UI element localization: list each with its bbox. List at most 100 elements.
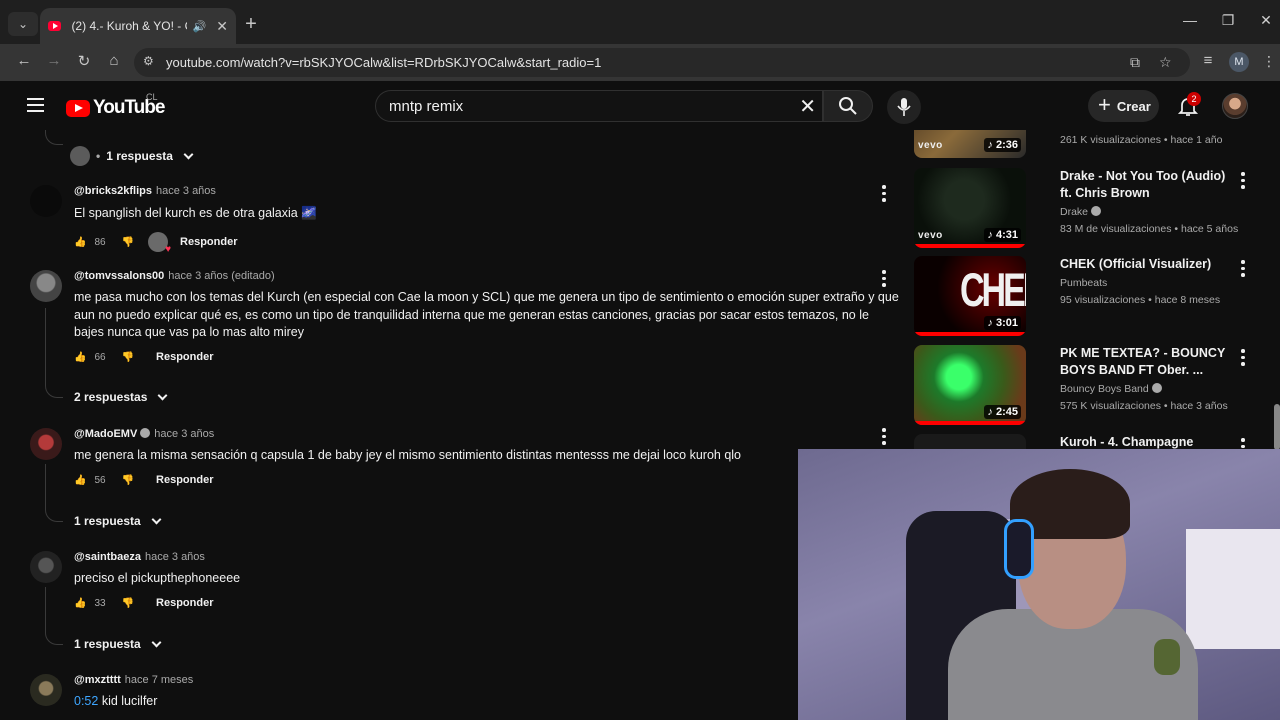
comment-actions: 👍 86 👎 ♥ Responder: [74, 232, 238, 255]
browser-tab[interactable]: (2) 4.- Kuroh & YO! - CAE LA 🔊 ✕: [40, 8, 236, 44]
recommended-video[interactable]: ♪ 2:45 PK ME TEXTEA? - BOUNCY BOYS BAND …: [914, 345, 1280, 427]
video-meta: 575 K visualizaciones • hace 3 años: [1060, 400, 1228, 412]
media-controls-icon[interactable]: ≡: [1198, 52, 1218, 69]
install-app-icon[interactable]: ⧉: [1130, 54, 1140, 71]
comment-time[interactable]: hace 3 años (editado): [168, 270, 274, 282]
video-thumbnail[interactable]: vevo ♪ 4:31: [914, 168, 1026, 248]
minimize-icon[interactable]: —: [1180, 12, 1200, 28]
duration-badge: ♪ 2:45: [984, 405, 1021, 419]
like-icon[interactable]: 👍: [74, 237, 86, 248]
video-menu-icon[interactable]: [1241, 349, 1245, 366]
video-menu-icon[interactable]: [1241, 172, 1245, 189]
video-title[interactable]: CHEK (Official Visualizer): [1060, 256, 1232, 273]
comment-time[interactable]: hace 7 meses: [125, 674, 193, 686]
replies-toggle[interactable]: 1 respuesta: [74, 514, 162, 528]
create-button[interactable]: + Crear: [1088, 90, 1159, 122]
dislike-icon[interactable]: 👎: [122, 598, 134, 609]
avatar[interactable]: [30, 428, 62, 460]
tab-search-button[interactable]: ⌄: [8, 12, 38, 36]
video-thumbnail[interactable]: [914, 434, 1026, 450]
voice-search-button[interactable]: [887, 90, 921, 124]
reply-button[interactable]: Responder: [156, 474, 213, 486]
address-bar[interactable]: ⚙ youtube.com/watch?v=rbSKJYOCalw&list=R…: [134, 48, 1190, 77]
video-title[interactable]: Drake - Not You Too (Audio) ft. Chris Br…: [1060, 168, 1232, 202]
account-avatar[interactable]: [1222, 93, 1248, 119]
recommended-video[interactable]: CHEK ♪ 3:01 CHEK (Official Visualizer) P…: [914, 256, 1280, 338]
recommendations-sidebar: vevo ♪ 2:36 261 K visualizaciones • hace…: [910, 130, 1280, 450]
clear-search-icon[interactable]: ✕: [799, 94, 816, 119]
recommended-video[interactable]: vevo ♪ 4:31 Drake - Not You Too (Audio) …: [914, 168, 1280, 250]
like-icon[interactable]: 👍: [74, 475, 86, 486]
video-menu-icon[interactable]: [1241, 260, 1245, 277]
recommended-video[interactable]: vevo ♪ 2:36 261 K visualizaciones • hace…: [914, 130, 1280, 160]
comment-menu-icon[interactable]: [882, 185, 886, 202]
watch-progress-bar: [914, 421, 1026, 425]
replies-count: 1 respuesta: [74, 514, 141, 528]
recommended-video[interactable]: Kuroh - 4. Champagne (Prod.: [914, 434, 1280, 450]
chevron-down-icon: [151, 637, 162, 647]
replies-toggle[interactable]: 1 respuesta: [74, 637, 162, 651]
home-icon[interactable]: ⌂: [104, 52, 124, 69]
timestamp-link[interactable]: 0:52: [74, 694, 98, 708]
comment-author[interactable]: @mxztttt: [74, 674, 121, 686]
comment-author[interactable]: @MadoEMV: [74, 428, 137, 440]
video-title[interactable]: Kuroh - 4. Champagne (Prod.: [1060, 434, 1232, 450]
video-thumbnail[interactable]: CHEK ♪ 3:01: [914, 256, 1026, 336]
comment-author[interactable]: @saintbaeza: [74, 551, 141, 563]
video-thumbnail[interactable]: ♪ 2:45: [914, 345, 1026, 425]
verified-icon: [140, 428, 151, 438]
reply-button[interactable]: Responder: [180, 236, 237, 248]
comment-time[interactable]: hace 3 años: [154, 428, 214, 440]
thread-line: [45, 464, 46, 504]
speaker-icon[interactable]: 🔊: [193, 20, 207, 33]
close-tab-icon[interactable]: ✕: [216, 18, 228, 35]
bookmark-star-icon[interactable]: ☆: [1159, 54, 1172, 71]
like-icon[interactable]: 👍: [74, 598, 86, 609]
channel-name[interactable]: Bouncy Boys Band: [1060, 383, 1162, 395]
thread-connector: [45, 627, 63, 645]
avatar[interactable]: [30, 551, 62, 583]
back-icon[interactable]: ←: [14, 52, 34, 69]
dislike-icon[interactable]: 👎: [122, 475, 134, 486]
chevron-down-icon: [157, 390, 168, 400]
dislike-icon[interactable]: 👎: [122, 352, 134, 363]
avatar[interactable]: [30, 270, 62, 302]
new-tab-button[interactable]: +: [242, 13, 260, 36]
video-title[interactable]: PK ME TEXTEA? - BOUNCY BOYS BAND FT Ober…: [1060, 345, 1232, 379]
comment-text: preciso el pickupthephoneeee: [74, 571, 241, 585]
search-box[interactable]: mntp remix ✕: [375, 90, 823, 122]
browser-toolbar: ← → ↻ ⌂ ⚙ youtube.com/watch?v=rbSKJYOCal…: [0, 44, 1280, 81]
reply-button[interactable]: Responder: [156, 597, 213, 609]
page-scrollbar[interactable]: [1274, 404, 1280, 450]
comment-time[interactable]: hace 3 años: [145, 551, 205, 563]
like-icon[interactable]: 👍: [74, 352, 86, 363]
profile-avatar[interactable]: M: [1229, 52, 1249, 72]
menu-icon[interactable]: [27, 98, 44, 112]
maximize-icon[interactable]: ❐: [1218, 12, 1238, 29]
verified-icon: [1091, 206, 1102, 216]
reload-icon[interactable]: ↻: [74, 52, 94, 70]
avatar[interactable]: [30, 674, 62, 706]
reply-button[interactable]: Responder: [156, 351, 213, 363]
replies-toggle[interactable]: 2 respuestas: [74, 390, 168, 404]
browser-menu-icon[interactable]: ⋮: [1262, 53, 1276, 70]
comment-menu-icon[interactable]: [882, 270, 886, 287]
forward-icon[interactable]: →: [44, 52, 64, 69]
site-info-icon[interactable]: ⚙: [143, 54, 157, 68]
close-window-icon[interactable]: ✕: [1256, 12, 1276, 29]
avatar[interactable]: [30, 185, 62, 217]
url-text[interactable]: youtube.com/watch?v=rbSKJYOCalw&list=RDr…: [166, 55, 601, 70]
comment-author[interactable]: @tomvssalons00: [74, 270, 164, 282]
dislike-icon[interactable]: 👎: [122, 237, 134, 248]
comment-header: @MadoEMV hace 3 años: [74, 428, 214, 440]
comment-author[interactable]: @bricks2kflips: [74, 185, 152, 197]
channel-name[interactable]: Pumbeats: [1060, 277, 1107, 289]
channel-name[interactable]: Drake: [1060, 206, 1102, 218]
replies-toggle[interactable]: • 1 respuesta: [70, 146, 194, 166]
search-button[interactable]: [823, 90, 873, 122]
video-thumbnail[interactable]: vevo ♪ 2:36: [914, 130, 1026, 158]
youtube-logo[interactable]: YouTube CL: [66, 92, 165, 119]
search-input[interactable]: mntp remix: [389, 98, 463, 115]
comment-time[interactable]: hace 3 años: [156, 185, 216, 197]
comment-menu-icon[interactable]: [882, 428, 886, 445]
